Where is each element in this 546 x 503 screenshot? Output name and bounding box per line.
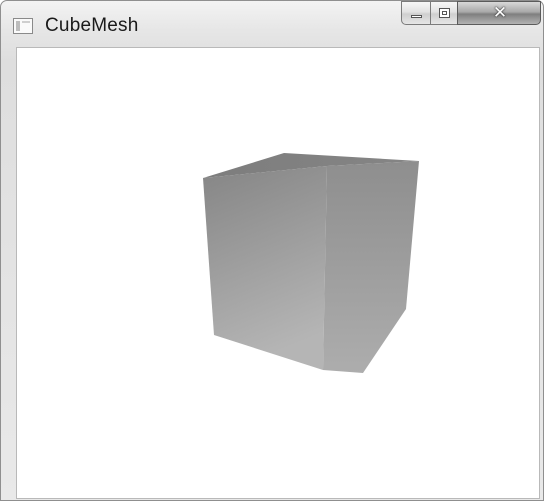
maximize-button[interactable] <box>430 1 458 25</box>
client-area[interactable] <box>16 47 540 499</box>
caption-buttons: ✕ <box>401 1 541 27</box>
window-title: CubeMesh <box>45 15 139 36</box>
close-icon: ✕ <box>492 3 508 23</box>
cube-front-face <box>203 166 327 370</box>
window-app-icon[interactable] <box>13 18 33 34</box>
3d-viewport[interactable] <box>17 48 539 498</box>
minimize-icon <box>411 15 422 18</box>
app-icon-detail <box>16 21 20 31</box>
maximize-icon <box>439 8 450 18</box>
cube-mesh[interactable] <box>203 153 419 373</box>
app-icon-detail-2 <box>22 21 30 23</box>
application-window: CubeMesh ✕ <box>0 0 544 501</box>
minimize-button[interactable] <box>401 1 431 25</box>
close-button[interactable]: ✕ <box>457 1 541 25</box>
title-bar[interactable]: CubeMesh ✕ <box>1 1 543 47</box>
cube-right-face <box>323 161 419 373</box>
